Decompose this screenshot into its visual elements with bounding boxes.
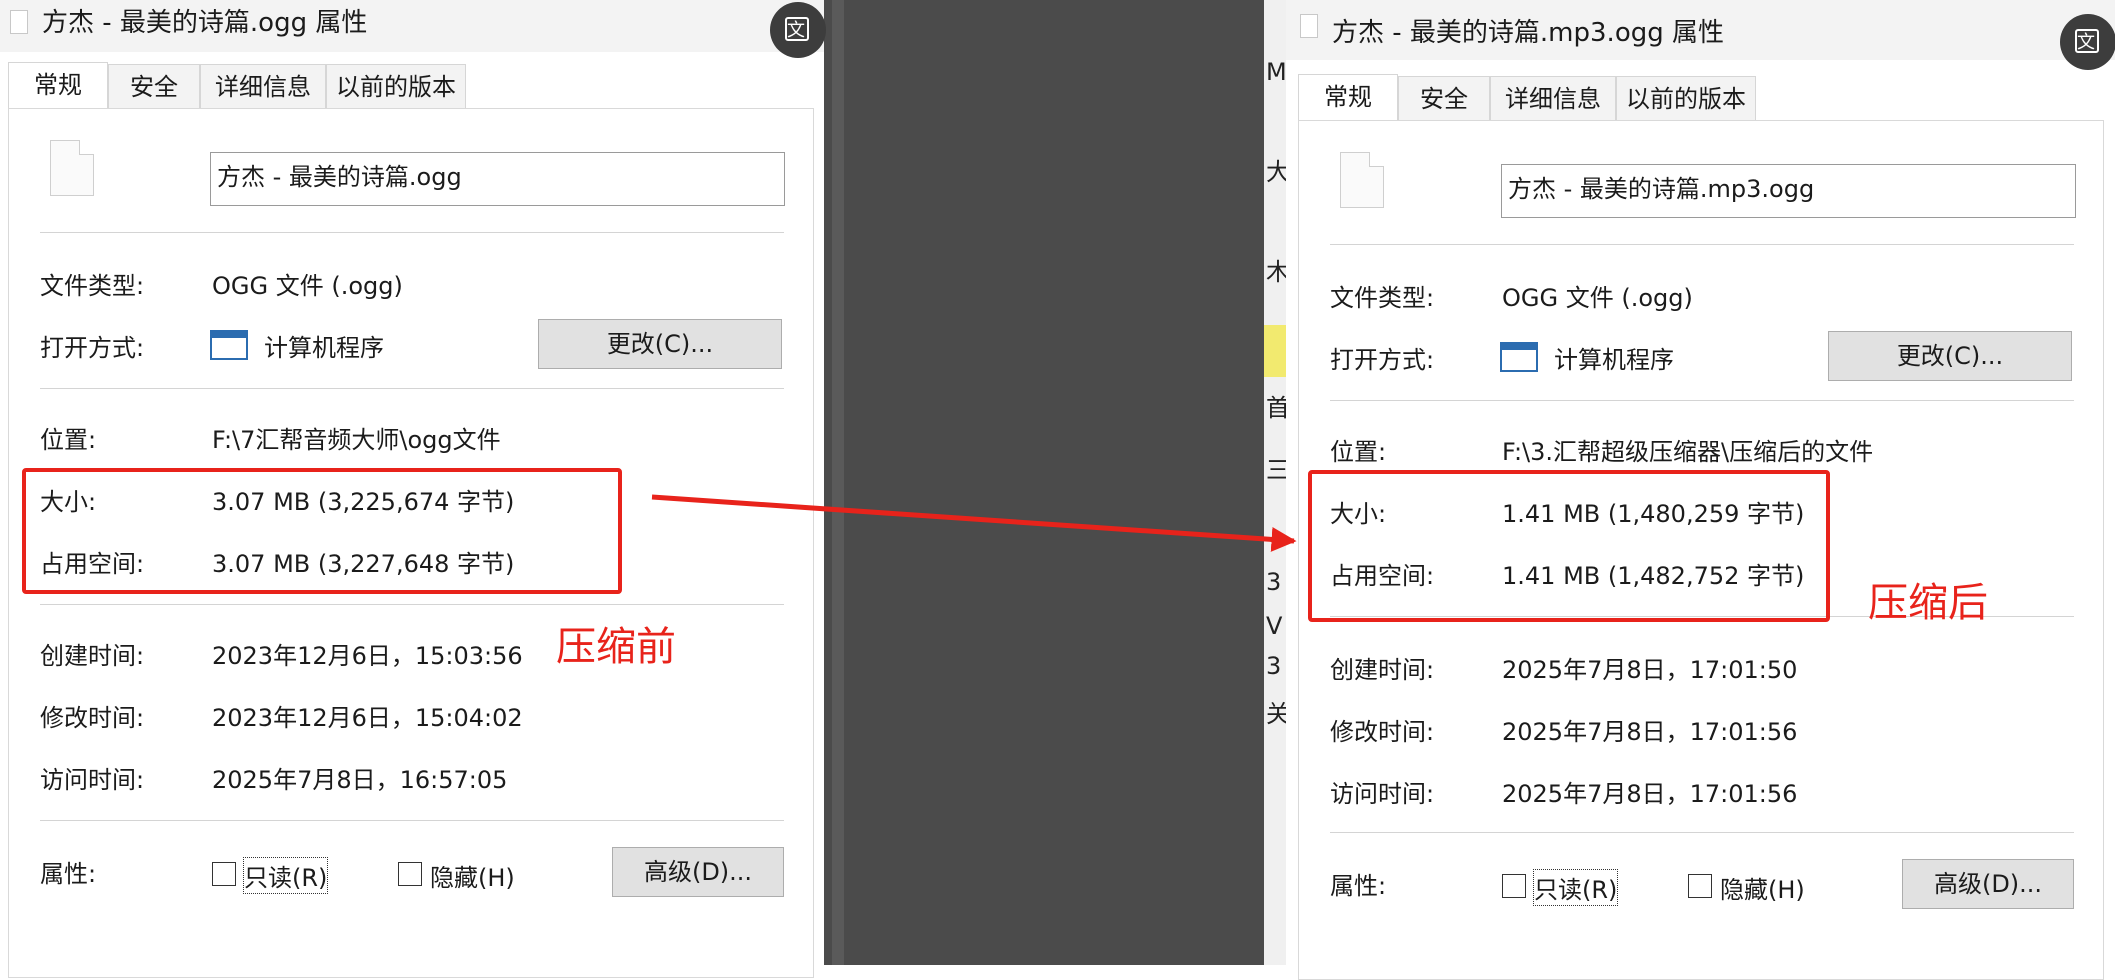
open-with-value: 计算机程序 bbox=[264, 334, 384, 362]
created-value: 2025年7月8日，17:01:50 bbox=[1502, 656, 1798, 684]
background-highlight bbox=[1264, 325, 1286, 377]
file-icon bbox=[50, 140, 94, 196]
file-type-value: OGG 文件 (.ogg) bbox=[212, 272, 403, 300]
location-value: F:\7汇帮音频大师\ogg文件 bbox=[212, 426, 501, 454]
open-with-label: 打开方式: bbox=[1330, 346, 1435, 374]
divider bbox=[1330, 832, 2074, 833]
location-label: 位置: bbox=[40, 426, 97, 454]
close-icon-glyph: 文 bbox=[787, 20, 805, 41]
background-strip bbox=[832, 0, 844, 965]
filename-input[interactable]: 方杰 - 最美的诗篇.ogg bbox=[210, 152, 785, 206]
hidden-label[interactable]: 隐藏(H) bbox=[430, 858, 515, 893]
created-value: 2023年12月6日，15:03:56 bbox=[212, 642, 523, 670]
divider bbox=[40, 232, 784, 233]
tab-general[interactable]: 常规 bbox=[8, 62, 108, 110]
background-glyph: 3 bbox=[1266, 652, 1282, 680]
open-with-label: 打开方式: bbox=[40, 334, 145, 362]
tab-previous-versions[interactable]: 以前的版本 bbox=[326, 64, 466, 108]
accessed-value: 2025年7月8日，16:57:05 bbox=[212, 766, 508, 794]
properties-dialog-before: 方杰 - 最美的诗篇.ogg 属性 文 常规 安全 详细信息 以前的版本 方杰 … bbox=[0, 0, 826, 978]
file-icon bbox=[1340, 152, 1384, 208]
change-button[interactable]: 更改(C)... bbox=[1828, 331, 2072, 381]
divider bbox=[40, 820, 784, 821]
readonly-checkbox[interactable] bbox=[212, 862, 236, 886]
tab-general[interactable]: 常规 bbox=[1298, 74, 1398, 122]
application-icon bbox=[1500, 342, 1538, 372]
document-icon bbox=[1300, 14, 1318, 38]
close-icon[interactable]: 文 bbox=[2060, 14, 2115, 70]
modified-label: 修改时间: bbox=[1330, 718, 1435, 746]
advanced-button[interactable]: 高级(D)... bbox=[1902, 859, 2074, 909]
window-title: 方杰 - 最美的诗篇.ogg 属性 bbox=[42, 8, 368, 38]
modified-value: 2025年7月8日，17:01:56 bbox=[1502, 718, 1798, 746]
tab-details[interactable]: 详细信息 bbox=[200, 64, 326, 108]
file-type-label: 文件类型: bbox=[1330, 284, 1435, 312]
created-label: 创建时间: bbox=[40, 642, 145, 670]
tab-previous-versions[interactable]: 以前的版本 bbox=[1616, 76, 1756, 120]
created-label: 创建时间: bbox=[1330, 656, 1435, 684]
readonly-label[interactable]: 只读(R) bbox=[1532, 869, 1619, 906]
hidden-label[interactable]: 隐藏(H) bbox=[1720, 870, 1805, 905]
modified-value: 2023年12月6日，15:04:02 bbox=[212, 704, 523, 732]
file-type-label: 文件类型: bbox=[40, 272, 145, 300]
after-compression-annotation: 压缩后 bbox=[1868, 580, 1988, 626]
change-button[interactable]: 更改(C)... bbox=[538, 319, 782, 369]
attributes-label: 属性: bbox=[1330, 872, 1387, 900]
hidden-checkbox[interactable] bbox=[1688, 874, 1712, 898]
location-value: F:\3.汇帮超级压缩器\压缩后的文件 bbox=[1502, 438, 1874, 466]
modified-label: 修改时间: bbox=[40, 704, 145, 732]
tab-security[interactable]: 安全 bbox=[1398, 76, 1490, 120]
accessed-label: 访问时间: bbox=[40, 766, 145, 794]
attributes-label: 属性: bbox=[40, 860, 97, 888]
open-with-value: 计算机程序 bbox=[1554, 346, 1674, 374]
tab-details[interactable]: 详细信息 bbox=[1490, 76, 1616, 120]
tab-security[interactable]: 安全 bbox=[108, 64, 200, 108]
window-title: 方杰 - 最美的诗篇.mp3.ogg 属性 bbox=[1332, 18, 1724, 48]
readonly-checkbox[interactable] bbox=[1502, 874, 1526, 898]
file-type-value: OGG 文件 (.ogg) bbox=[1502, 284, 1693, 312]
tab-bar: 常规 安全 详细信息 以前的版本 bbox=[1286, 74, 2115, 122]
background-window bbox=[824, 0, 1272, 965]
readonly-label[interactable]: 只读(R) bbox=[242, 857, 329, 894]
application-icon bbox=[210, 330, 248, 360]
accessed-label: 访问时间: bbox=[1330, 780, 1435, 808]
divider bbox=[40, 604, 784, 605]
close-icon[interactable]: 文 bbox=[770, 2, 826, 58]
divider bbox=[1330, 244, 2074, 245]
divider bbox=[1330, 400, 2074, 401]
divider bbox=[40, 388, 784, 389]
hidden-checkbox[interactable] bbox=[398, 862, 422, 886]
background-glyph: 3 bbox=[1266, 568, 1282, 596]
background-text-column: M 大 木 首 三 3 V 3 关 bbox=[1264, 0, 1290, 965]
filename-input[interactable]: 方杰 - 最美的诗篇.mp3.ogg bbox=[1501, 164, 2076, 218]
location-label: 位置: bbox=[1330, 438, 1387, 466]
close-icon-glyph: 文 bbox=[2077, 32, 2095, 53]
accessed-value: 2025年7月8日，17:01:56 bbox=[1502, 780, 1798, 808]
before-compression-annotation: 压缩前 bbox=[556, 624, 676, 670]
size-highlight-box bbox=[22, 468, 622, 594]
title-bar: 方杰 - 最美的诗篇.ogg 属性 bbox=[0, 0, 824, 52]
title-bar: 方杰 - 最美的诗篇.mp3.ogg 属性 bbox=[1286, 0, 2115, 60]
background-glyph: M bbox=[1266, 58, 1287, 86]
properties-dialog-after: 方杰 - 最美的诗篇.mp3.ogg 属性 文 常规 安全 详细信息 以前的版本… bbox=[1286, 0, 2115, 980]
document-icon bbox=[10, 10, 28, 34]
advanced-button[interactable]: 高级(D)... bbox=[612, 847, 784, 897]
background-glyph: V bbox=[1266, 612, 1283, 640]
tab-bar: 常规 安全 详细信息 以前的版本 bbox=[0, 62, 824, 110]
size-highlight-box bbox=[1308, 470, 1830, 622]
